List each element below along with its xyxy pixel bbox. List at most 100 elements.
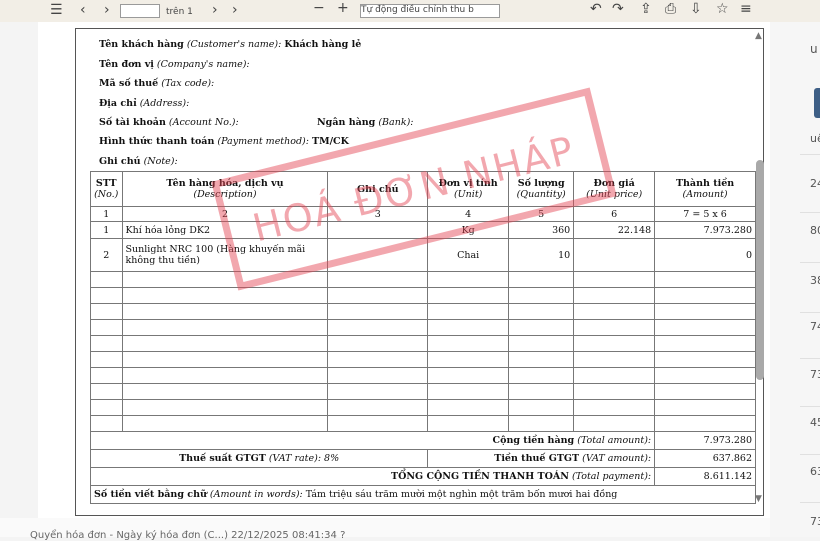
vat-rate-label: Thuế suất GTGT [179, 453, 266, 464]
words-row: Số tiền viết bằng chữ (Amount in words):… [90, 485, 756, 504]
vat-rate-value: 8% [324, 453, 340, 464]
header-cell: Đơn vị tính (Unit) [427, 171, 510, 207]
note-en: (Note): [143, 156, 178, 167]
grand-total-en: (Total payment): [571, 471, 652, 482]
numbering-cell: 7 = 5 x 6 [654, 206, 756, 222]
bank-label: Ngân hàng [317, 117, 376, 128]
header-vi: STT [95, 178, 117, 189]
header-en: (Quantity) [516, 189, 566, 200]
page-count-label: trên 1 [166, 7, 193, 17]
redo-icon[interactable]: ↷ [612, 2, 624, 16]
header-vi: Tên hàng hóa, dịch vụ [166, 178, 284, 189]
zoom-in-icon[interactable]: + [337, 1, 349, 15]
bookmark-icon[interactable]: ☆ [716, 2, 729, 16]
vat-amount-value: 637.862 [654, 449, 756, 468]
total-row: Cộng tiền hàng (Total amount): 7.973.280 [89, 431, 756, 450]
table-row: 2 Sunlight NRC 100 (Hàng khuyến mãi khôn… [90, 238, 756, 272]
panel-value: 38 [810, 274, 820, 287]
grand-total-label-cell: TỔNG CỘNG TIỀN THANH TOÁN (Total payment… [89, 467, 656, 486]
divider [800, 406, 820, 407]
total-en: (Total amount): [577, 435, 652, 446]
scroll-down-arrow-icon[interactable]: ▼ [755, 494, 762, 504]
divider [800, 454, 820, 455]
header-cell: Ghi chú [327, 171, 429, 207]
pdf-toolbar: ☰ ‹ › trên 1 › › − + Tự động điều chỉnh … [0, 0, 820, 22]
panel-button[interactable] [814, 88, 820, 118]
scroll-up-arrow-icon[interactable]: ▲ [755, 31, 762, 41]
header-vi: Đơn vị tính [438, 178, 498, 189]
customer-name-row: Tên khách hàng (Customer's name): Khách … [99, 39, 361, 50]
invoice-page: Tên khách hàng (Customer's name): Khách … [75, 28, 764, 516]
print-icon[interactable]: ⎙ [665, 2, 676, 16]
vat-rate-en: (VAT rate): [268, 453, 322, 464]
header-en: (Amount) [682, 189, 728, 200]
header-vi: Số lượng [517, 178, 565, 189]
zoom-out-icon[interactable]: − [313, 1, 325, 15]
header-en: (Unit price) [586, 189, 643, 200]
scrollbar-thumb[interactable] [756, 160, 764, 380]
tools-menu-icon[interactable]: ≡ [740, 2, 752, 16]
total-value: 7.973.280 [654, 431, 756, 450]
invoice-table: STT (No.) Tên hàng hóa, dịch vụ (Descripti… [89, 171, 756, 504]
description-cell: Khí hóa lỏng DK2 [121, 221, 329, 239]
table-row: 1 Khí hóa lỏng DK2 Kg 360 22.148 7.973.2… [90, 221, 756, 239]
payment-label: Hình thức thanh toán [99, 136, 215, 147]
amount-cell: 7.973.280 [654, 221, 756, 239]
panel-value: 73 [810, 515, 820, 528]
panel-value: 24 [810, 177, 820, 190]
numbering-cell: 5 [508, 206, 575, 222]
chevron-icon: › [212, 2, 218, 18]
bank-en: (Bank): [378, 117, 414, 128]
open-file-icon[interactable]: ⇪ [640, 2, 652, 16]
download-icon[interactable]: ⇩ [690, 2, 702, 16]
address-en: (Address): [139, 98, 190, 109]
header-en: (No.) [94, 189, 119, 200]
numbering-cell: 1 [90, 206, 123, 222]
header-en: (Unit) [453, 189, 483, 200]
company-row: Tên đơn vị (Company's name): [99, 59, 250, 70]
address-label: Địa chỉ [99, 98, 137, 109]
empty-row [90, 287, 756, 304]
words-en: (Amount in words): [209, 489, 303, 500]
divider [800, 154, 820, 155]
grand-total-value: 8.611.142 [654, 467, 756, 486]
company-label: Tên đơn vị [99, 59, 154, 70]
stt-cell: 1 [90, 221, 123, 239]
unit-price-cell [573, 238, 656, 272]
words-label: Số tiền viết bằng chữ [94, 489, 207, 500]
undo-icon[interactable]: ↶ [590, 2, 602, 16]
payment-en: (Payment method): [217, 136, 309, 147]
unit-price-cell: 22.148 [573, 221, 656, 239]
previous-page-icon[interactable]: ‹ [80, 3, 86, 17]
words-value: Tám triệu sáu trăm mười một nghìn một tr… [305, 489, 618, 500]
quantity-cell: 10 [508, 238, 575, 272]
quantity-cell: 360 [508, 221, 575, 239]
header-vi: Ghi chú [357, 183, 399, 195]
empty-row [90, 319, 756, 336]
divider [800, 358, 820, 359]
empty-row [90, 399, 756, 416]
tax-code-row: Mã số thuế (Tax code): [99, 78, 214, 89]
zoom-select[interactable]: Tự động điều chỉnh thu b [360, 4, 500, 18]
customer-name-value: Khách hàng lẻ [284, 39, 362, 50]
account-en: (Account No.): [168, 117, 239, 128]
amount-in-words-cell: Số tiền viết bằng chữ (Amount in words):… [90, 485, 756, 504]
total-label-cell: Cộng tiền hàng (Total amount): [89, 431, 656, 450]
sidebar-toggle-icon[interactable]: ☰ [50, 3, 63, 17]
grand-total-label: TỔNG CỘNG TIỀN THANH TOÁN [391, 471, 569, 482]
vat-rate-cell: Thuế suất GTGT (VAT rate): 8% [89, 449, 429, 468]
note-row: Ghi chú (Note): [99, 156, 178, 167]
panel-value: 74 [810, 320, 820, 333]
next-page-icon[interactable]: › [104, 3, 110, 17]
empty-row [90, 383, 756, 400]
description-cell: Sunlight NRC 100 (Hàng khuyến mãi không … [121, 238, 329, 272]
page-number-input[interactable] [120, 4, 160, 18]
vat-row: Thuế suất GTGT (VAT rate): 8% Tiền thuế … [89, 449, 756, 468]
customer-name-en: (Customer's name): [186, 39, 282, 50]
panel-value: 80 [810, 224, 820, 237]
vat-amount-en: (VAT amount): [582, 453, 652, 464]
divider [800, 502, 820, 503]
numbering-cell: 3 [327, 206, 429, 222]
panel-value: 45 [810, 416, 820, 429]
stt-cell: 2 [90, 238, 123, 272]
